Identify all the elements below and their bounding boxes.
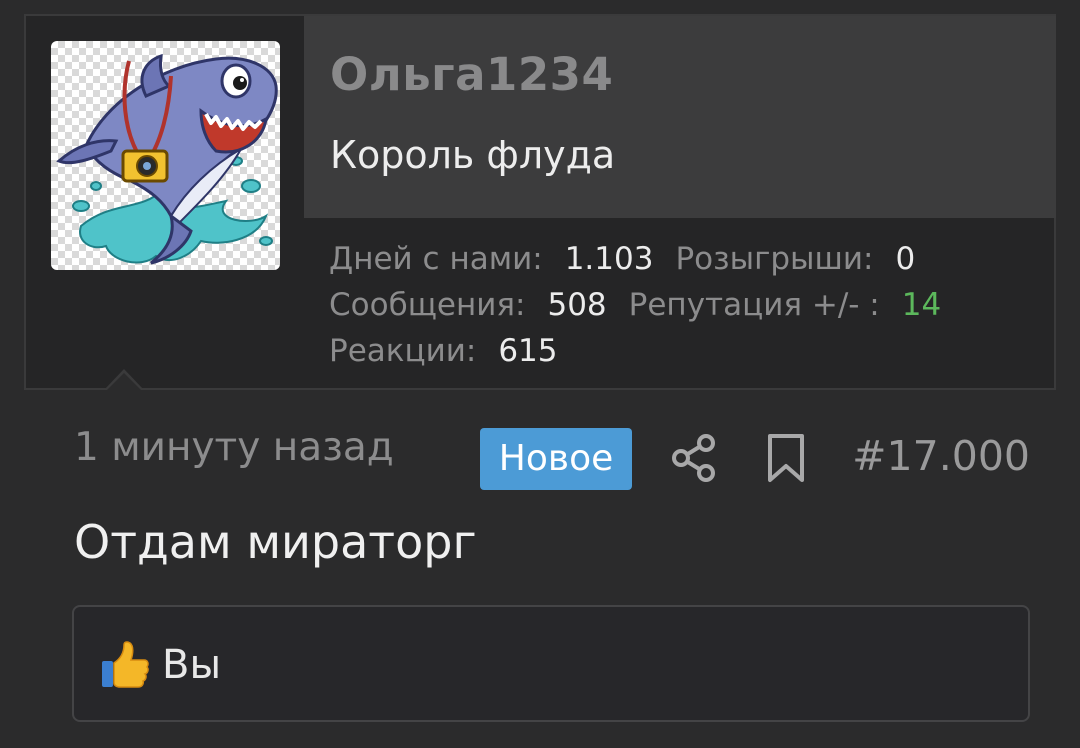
username-link[interactable]: Ольга1234 [330, 52, 613, 97]
stat-label-days: Дней с нами: [329, 241, 543, 277]
new-badge: Новое [480, 428, 632, 490]
stat-value-reputation: 14 [901, 287, 942, 323]
post-time[interactable]: 1 минуту назад [74, 428, 394, 467]
card-pointer-fill [107, 373, 141, 390]
reactions-bar[interactable]: Вы [72, 605, 1030, 722]
bookmark-icon[interactable] [763, 432, 809, 484]
user-title: Король флуда [330, 133, 616, 177]
stat-label-reactions: Реакции: [329, 333, 477, 369]
user-stats: Дней с нами: 1.103 Розыгрыши: 0 Сообщения: 5… [329, 236, 963, 374]
stat-label-messages: Сообщения: [329, 287, 526, 323]
user-name-block: Ольга1234 Король флуда [304, 16, 1056, 218]
stat-value-days: 1.103 [564, 241, 654, 277]
share-icon[interactable] [670, 432, 720, 484]
post-content: Отдам мираторг [74, 515, 477, 569]
stats-row-3: Реакции: 615 [329, 328, 963, 374]
thumbs-up-icon [100, 641, 150, 689]
stat-label-reputation: Репутация +/- : [628, 287, 880, 323]
shark-avatar-image [56, 53, 278, 265]
stats-row-2: Сообщения: 508 Репутация +/- : 14 [329, 282, 963, 328]
post-number-link[interactable]: #17.000 [852, 436, 1030, 477]
stat-value-giveaways: 0 [895, 241, 916, 277]
stat-value-messages: 508 [547, 287, 607, 323]
stat-value-reactions: 615 [498, 333, 558, 369]
stat-label-giveaways: Розыгрыши: [675, 241, 874, 277]
stats-row-1: Дней с нами: 1.103 Розыгрыши: 0 [329, 236, 963, 282]
user-avatar[interactable] [51, 41, 280, 270]
reaction-summary[interactable]: Вы [162, 645, 221, 685]
